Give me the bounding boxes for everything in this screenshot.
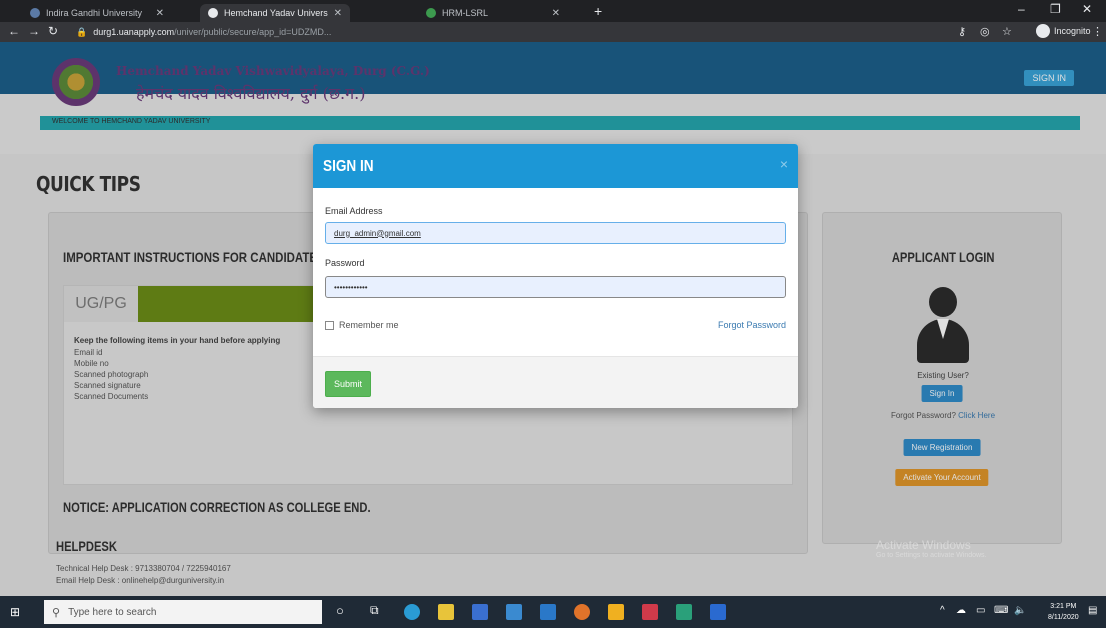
tab-hrm[interactable]: HRM-LSRL ✕ [418, 4, 568, 22]
tray-chevron-icon[interactable]: ^ [940, 605, 945, 616]
windows-start-icon[interactable]: ⊞ [10, 606, 22, 618]
file-explorer-icon[interactable] [438, 604, 454, 620]
app-icon[interactable] [642, 604, 658, 620]
minimize-icon[interactable]: – [1018, 2, 1025, 16]
windows-taskbar: ⊞ ⚲ Type here to search ○ ⧉ ^ ☁ ▭ ⌨ 🔈 3:… [0, 596, 1106, 628]
store-icon[interactable] [472, 604, 488, 620]
tab-indira-gandhi[interactable]: Indira Gandhi University ✕ [22, 4, 172, 22]
close-icon[interactable]: ✕ [334, 8, 342, 19]
forgot-password-link[interactable]: Forgot Password [718, 320, 786, 330]
close-icon[interactable]: × [780, 156, 788, 172]
network-icon[interactable]: ▭ [976, 605, 985, 616]
app-icon[interactable] [676, 604, 692, 620]
url-path: /univer/public/secure/app_id=UDZMD... [174, 27, 332, 37]
email-label: Email Address [325, 206, 383, 216]
submit-button[interactable]: Submit [325, 371, 372, 397]
password-field[interactable] [325, 276, 786, 298]
browser-toolbar: ← → ↻ 🔒 durg1.uanapply.com /univer/publi… [0, 22, 1106, 42]
incognito-indicator[interactable]: Incognito [1036, 24, 1091, 38]
volume-icon[interactable]: 🔈 [1014, 605, 1026, 616]
remember-label: Remember me [339, 320, 399, 330]
star-icon[interactable]: ☆ [1002, 25, 1012, 38]
word-icon[interactable] [710, 604, 726, 620]
forward-icon[interactable]: → [28, 24, 40, 38]
mail-icon[interactable] [540, 604, 556, 620]
modal-title: SIGN IN [323, 158, 374, 175]
favicon-icon [426, 8, 436, 18]
sticky-notes-icon[interactable] [608, 604, 624, 620]
back-icon[interactable]: ← [8, 24, 20, 38]
signin-modal: SIGN IN × Email Address Password Remembe… [313, 144, 798, 408]
keyboard-icon[interactable]: ⌨ [994, 605, 1008, 616]
incognito-icon [1036, 24, 1050, 38]
modal-footer: Submit [313, 356, 798, 408]
email-field[interactable] [325, 222, 786, 244]
eye-off-icon[interactable]: ◎ [980, 25, 990, 38]
close-icon[interactable]: ✕ [156, 8, 164, 19]
reload-icon[interactable]: ↻ [48, 24, 58, 38]
remember-checkbox[interactable] [325, 320, 334, 330]
clock-date: 8/11/2020 [1048, 614, 1079, 621]
app-icon[interactable] [506, 604, 522, 620]
address-bar[interactable]: 🔒 durg1.uanapply.com /univer/public/secu… [76, 24, 896, 40]
chrome-icon[interactable] [574, 604, 590, 620]
lock-icon: 🔒 [76, 26, 88, 37]
search-icon: ⚲ [52, 606, 61, 619]
browser-tab-strip: Indira Gandhi University ✕ Hemchand Yada… [0, 0, 1106, 22]
window-close-icon[interactable]: ✕ [1082, 2, 1092, 16]
password-label: Password [325, 258, 365, 268]
clock-time: 3:21 PM [1050, 603, 1077, 610]
taskbar-search[interactable]: ⚲ Type here to search [44, 600, 322, 624]
globe-icon [208, 8, 218, 18]
remember-me[interactable]: Remember me [325, 320, 399, 330]
close-icon[interactable]: ✕ [552, 8, 560, 19]
incognito-label: Incognito [1054, 26, 1091, 36]
tab-label: Indira Gandhi University [46, 8, 143, 18]
tab-label: HRM-LSRL [442, 8, 489, 18]
key-icon[interactable]: ⚷ [958, 25, 966, 38]
favicon-icon [30, 8, 40, 18]
maximize-icon[interactable]: ❐ [1050, 2, 1061, 16]
search-placeholder: Type here to search [68, 606, 157, 618]
task-view-icon[interactable]: ⧉ [370, 603, 386, 619]
tab-hemchand[interactable]: Hemchand Yadav University ✕ [200, 4, 350, 22]
tab-label: Hemchand Yadav University [224, 8, 328, 18]
cortana-icon[interactable]: ○ [336, 603, 352, 619]
new-tab-icon[interactable]: + [594, 3, 602, 19]
taskbar-clock[interactable]: 3:21 PM 8/11/2020 [1048, 601, 1079, 623]
notifications-icon[interactable]: ▤ [1088, 605, 1097, 616]
edge-icon[interactable] [404, 604, 420, 620]
url-host: durg1.uanapply.com [93, 27, 175, 37]
modal-header: SIGN IN × [313, 144, 798, 188]
cloud-icon[interactable]: ☁ [956, 605, 966, 616]
menu-icon[interactable]: ⋮ [1092, 25, 1103, 38]
